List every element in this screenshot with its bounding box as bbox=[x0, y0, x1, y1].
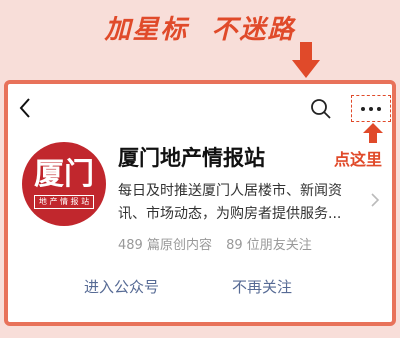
account-card: 点这里 厦门 地 产 情 报 站 厦门地产情报站 每日及时推送厦门人居楼市、新闻… bbox=[4, 80, 396, 326]
account-stats: 489 篇原创内容 89 位朋友关注 bbox=[118, 234, 322, 253]
search-icon[interactable] bbox=[310, 98, 332, 120]
unfollow-button[interactable]: 不再关注 bbox=[232, 276, 292, 297]
logo-title: 厦门 bbox=[34, 157, 94, 192]
banner-title: 加星标 不迷路 bbox=[0, 8, 400, 52]
enter-account-button[interactable]: 进入公众号 bbox=[84, 276, 159, 297]
original-count: 489 篇原创内容 bbox=[118, 238, 212, 253]
arrow-down-icon bbox=[292, 42, 320, 78]
more-icon bbox=[361, 106, 365, 111]
banner-part2: 不迷路 bbox=[211, 15, 296, 45]
account-name: 厦门地产情报站 bbox=[118, 146, 265, 170]
more-button[interactable] bbox=[351, 95, 391, 122]
back-icon[interactable] bbox=[16, 96, 36, 120]
account-description[interactable]: 每日及时推送厦门人居楼市、新闻资讯、市场动态，为购房者提供服务... bbox=[118, 180, 366, 226]
click-here-label: 点这里 bbox=[334, 150, 383, 169]
chevron-right-icon[interactable] bbox=[370, 192, 380, 208]
friends-follow: 89 位朋友关注 bbox=[226, 238, 312, 253]
logo-subtitle: 地 产 情 报 站 bbox=[33, 195, 95, 209]
arrow-up-icon bbox=[363, 123, 383, 143]
banner-part1: 加星标 bbox=[104, 15, 189, 45]
account-avatar[interactable]: 厦门 地 产 情 报 站 bbox=[22, 142, 106, 226]
